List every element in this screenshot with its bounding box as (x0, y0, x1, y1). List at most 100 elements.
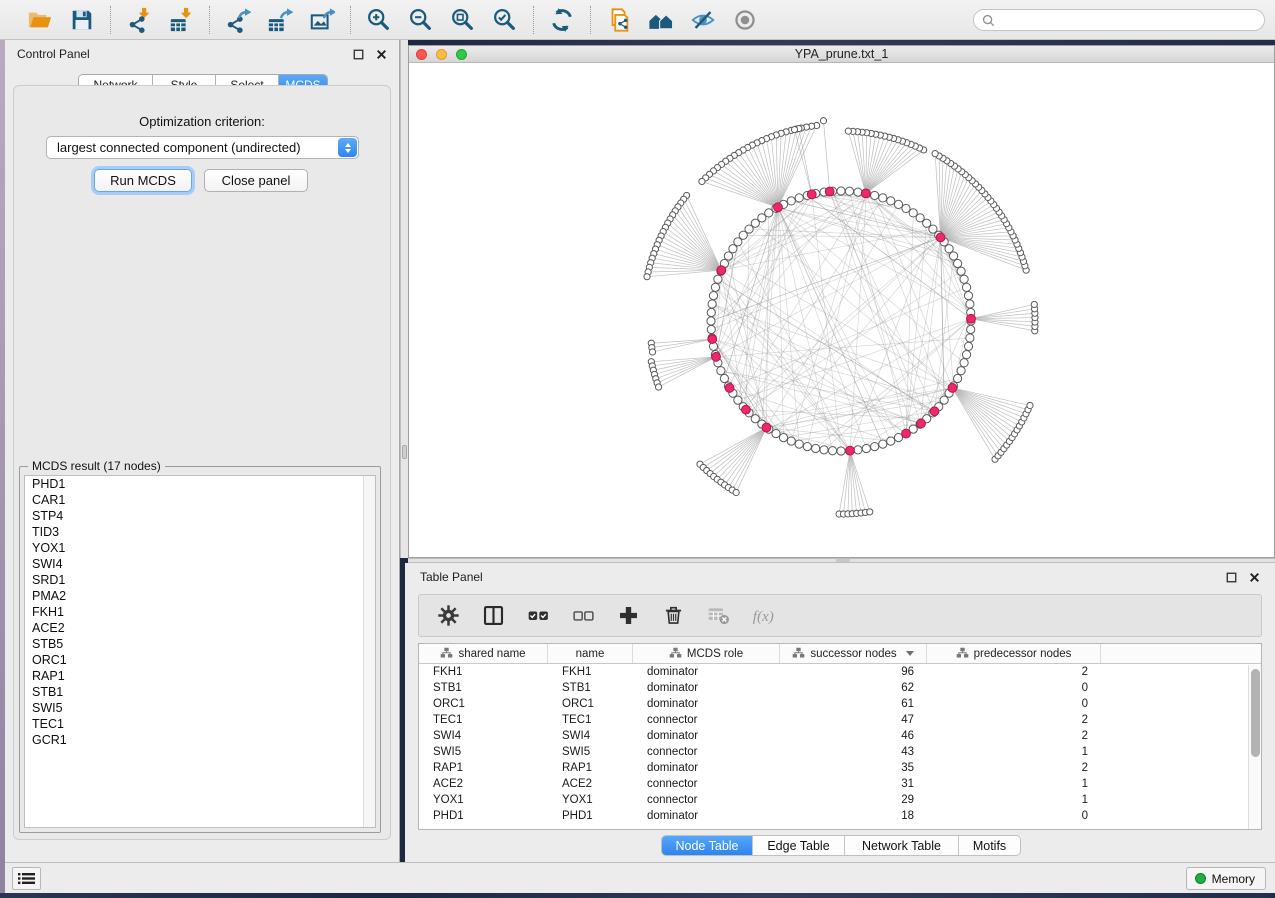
select-all-icon[interactable] (524, 602, 552, 630)
table-scrollbar[interactable] (1248, 665, 1261, 829)
cell-successor-nodes: 46 (780, 730, 927, 742)
column-type-icon (792, 646, 805, 662)
mcds-result-item[interactable]: CAR1 (25, 492, 375, 508)
mcds-result-item[interactable]: SWI4 (25, 556, 375, 572)
delete-icon[interactable] (659, 602, 687, 630)
table-panel: Table Panel f(x) shared namenameMCDS rol… (405, 563, 1275, 862)
add-icon[interactable] (614, 602, 642, 630)
table-row[interactable]: SWI4SWI4dominator462 (419, 728, 1261, 744)
table-row[interactable]: PHD1PHD1dominator180 (419, 808, 1261, 824)
float-panel-icon[interactable] (1226, 572, 1237, 583)
mcds-result-item[interactable]: STB5 (25, 636, 375, 652)
export-table-icon[interactable] (266, 6, 294, 34)
table-row[interactable]: TEC1TEC1connector472 (419, 712, 1261, 728)
run-mcds-button[interactable]: Run MCDS (94, 169, 192, 192)
mcds-result-item[interactable]: TID3 (25, 524, 375, 540)
column-header-name[interactable]: name (548, 644, 633, 663)
vertical-splitter[interactable] (400, 40, 408, 558)
network-canvas[interactable] (409, 63, 1274, 557)
column-header-MCDS-role[interactable]: MCDS role (633, 644, 780, 663)
mcds-list-scrollbar[interactable] (363, 476, 375, 827)
splitter-grip[interactable] (402, 445, 407, 459)
table-scrollbar-thumb[interactable] (1251, 669, 1260, 757)
mcds-result-item[interactable]: SWI5 (25, 700, 375, 716)
cell-successor-nodes: 47 (780, 714, 927, 726)
cell-predecessor-nodes: 0 (927, 698, 1101, 710)
optimization-criterion-select[interactable]: largest connected component (undirected) (46, 136, 359, 159)
tab-network-table[interactable]: Network Table (845, 836, 959, 855)
first-neighbors-icon[interactable] (647, 6, 675, 34)
cell-successor-nodes: 18 (780, 810, 927, 822)
table-row[interactable]: SWI5SWI5connector431 (419, 744, 1261, 760)
open-session-icon[interactable] (26, 6, 54, 34)
import-network-icon[interactable] (125, 6, 153, 34)
table-row[interactable]: FKH1FKH1dominator962 (419, 664, 1261, 680)
zoom-out-icon[interactable] (407, 6, 435, 34)
close-window-button[interactable] (416, 49, 427, 60)
cell-name: SWI5 (548, 746, 633, 758)
close-panel-icon[interactable] (376, 49, 387, 60)
cell-shared-name: SWI4 (419, 730, 548, 742)
deselect-all-icon[interactable] (569, 602, 597, 630)
mcds-result-list: PHD1CAR1STP4TID3YOX1SWI4SRD1PMA2FKH1ACE2… (24, 475, 376, 828)
close-panel-icon[interactable] (1249, 572, 1260, 583)
network-window-titlebar[interactable]: YPA_prune.txt_1 (409, 46, 1274, 63)
tab-node-table[interactable]: Node Table (662, 836, 753, 855)
clone-network-icon[interactable] (605, 6, 633, 34)
cell-predecessor-nodes: 0 (927, 682, 1101, 694)
search-input[interactable] (995, 11, 1264, 29)
float-panel-icon[interactable] (353, 49, 364, 60)
zoom-selected-icon[interactable] (491, 6, 519, 34)
tab-motifs[interactable]: Motifs (959, 836, 1020, 855)
import-table-icon[interactable] (167, 6, 195, 34)
mcds-result-item[interactable]: SRD1 (25, 572, 375, 588)
table-row[interactable]: YOX1YOX1connector291 (419, 792, 1261, 808)
cell-MCDS-role: dominator (633, 810, 780, 822)
column-header-shared-name[interactable]: shared name (419, 644, 548, 663)
split-columns-icon[interactable] (479, 602, 507, 630)
mcds-result-item[interactable]: FKH1 (25, 604, 375, 620)
hide-details-icon[interactable] (689, 6, 717, 34)
show-details-icon[interactable] (731, 6, 759, 34)
zoom-fit-icon[interactable] (449, 6, 477, 34)
table-row[interactable]: RAP1RAP1dominator352 (419, 760, 1261, 776)
mcds-result-item[interactable]: ORC1 (25, 652, 375, 668)
settings-icon[interactable] (434, 602, 462, 630)
close-panel-button[interactable]: Close panel (204, 169, 308, 192)
table-row[interactable]: ACE2ACE2connector311 (419, 776, 1261, 792)
mcds-result-item[interactable]: ACE2 (25, 620, 375, 636)
cell-predecessor-nodes: 2 (927, 762, 1101, 774)
mcds-result-item[interactable]: STP4 (25, 508, 375, 524)
cell-name: ORC1 (548, 698, 633, 710)
minimize-window-button[interactable] (436, 49, 447, 60)
table-row[interactable]: STB1STB1dominator620 (419, 680, 1261, 696)
search-box[interactable] (973, 9, 1265, 31)
apply-layout-icon[interactable] (548, 6, 576, 34)
zoom-window-button[interactable] (456, 49, 467, 60)
status-bar: Memory (5, 862, 1275, 893)
sort-indicator-icon (906, 651, 914, 656)
memory-button[interactable]: Memory (1186, 867, 1266, 890)
cell-name: FKH1 (548, 666, 633, 678)
column-header-predecessor-nodes[interactable]: predecessor nodes (927, 644, 1101, 663)
mcds-result-item[interactable]: YOX1 (25, 540, 375, 556)
table-row[interactable]: ORC1ORC1dominator610 (419, 696, 1261, 712)
zoom-in-icon[interactable] (365, 6, 393, 34)
tab-edge-table[interactable]: Edge Table (753, 836, 845, 855)
mcds-result-item[interactable]: TEC1 (25, 716, 375, 732)
network-window: YPA_prune.txt_1 (408, 45, 1275, 558)
column-header-successor-nodes[interactable]: successor nodes (780, 644, 927, 663)
mcds-result-item[interactable]: STB1 (25, 684, 375, 700)
export-image-icon[interactable] (308, 6, 336, 34)
task-history-button[interactable] (12, 867, 41, 890)
mcds-result-item[interactable]: PMA2 (25, 588, 375, 604)
save-session-icon[interactable] (68, 6, 96, 34)
mcds-result-item[interactable]: PHD1 (25, 476, 375, 492)
cell-MCDS-role: dominator (633, 682, 780, 694)
mcds-result-item[interactable]: RAP1 (25, 668, 375, 684)
splitter-grip[interactable] (836, 559, 850, 562)
cell-predecessor-nodes: 1 (927, 746, 1101, 758)
export-network-icon[interactable] (224, 6, 252, 34)
mcds-result-item[interactable]: GCR1 (25, 732, 375, 748)
column-type-icon (669, 646, 682, 662)
